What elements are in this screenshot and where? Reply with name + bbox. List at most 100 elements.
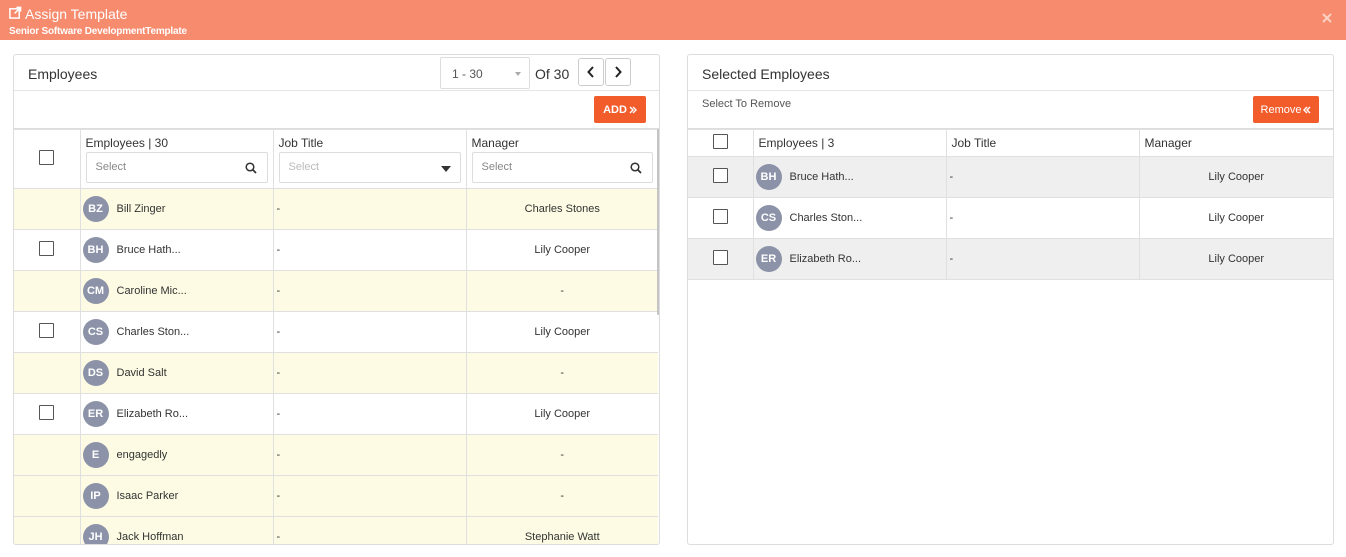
row-checkbox-cell (14, 352, 81, 394)
manager-cell: Lily Cooper (1138, 197, 1333, 239)
manager-cell: Lily Cooper (465, 393, 658, 435)
pager-next-button[interactable] (605, 58, 631, 86)
avatar: CM (82, 278, 109, 304)
employee-name: Isaac Parker (116, 490, 179, 502)
selected-employee-row[interactable]: BH Bruce Hath... - Lily Cooper (688, 156, 1333, 198)
employee-cell: CS Charles Ston... (752, 197, 947, 239)
avatar: ER (755, 246, 782, 272)
employee-info: DS David Salt (81, 360, 273, 386)
avatar: DS (82, 360, 109, 386)
search-icon (630, 161, 642, 174)
selected-manager-column-label: Manager (1144, 136, 1192, 150)
row-checkbox[interactable] (712, 168, 728, 183)
avatar: CS (755, 205, 782, 231)
selected-select-all-cell (688, 129, 754, 157)
row-checkbox-cell (14, 229, 81, 271)
selected-employee-row[interactable]: CS Charles Ston... - Lily Cooper (688, 197, 1333, 239)
selected-employees-panel: Selected Employees Select To Remove Remo… (687, 54, 1334, 545)
double-chevron-right-icon (629, 106, 637, 113)
employees-filter-input[interactable]: Select (85, 151, 268, 183)
employee-row[interactable]: JH Jack Hoffman - Stephanie Watt (14, 516, 658, 544)
employee-row[interactable]: BZ Bill Zinger - Charles Stones (14, 188, 658, 230)
employee-row[interactable]: BH Bruce Hath... - Lily Cooper (14, 229, 658, 271)
manager-cell: - (465, 475, 658, 517)
selected-panel-title: Selected Employees (702, 66, 830, 82)
employee-name: David Salt (116, 367, 167, 379)
employee-row[interactable]: IP Isaac Parker - - (14, 475, 658, 517)
add-button[interactable]: ADD (594, 96, 646, 123)
employee-cell: CM Caroline Mic... (79, 270, 274, 312)
selected-action-bar: Select To Remove Remove (688, 91, 1333, 129)
employee-name: engagedly (116, 449, 168, 461)
employee-name: Jack Hoffman (116, 531, 184, 543)
manager-cell: Lily Cooper (465, 229, 658, 271)
job-title-cell: - (272, 393, 467, 435)
row-checkbox-cell (14, 434, 81, 476)
row-checkbox[interactable] (39, 241, 55, 256)
employee-cell: BZ Bill Zinger (79, 188, 274, 230)
employee-cell: JH Jack Hoffman (79, 516, 274, 544)
double-chevron-left-icon (1303, 106, 1311, 113)
employees-table: Employees | 30 Select Job Title Select M… (14, 129, 658, 544)
pager-prev-button[interactable] (578, 58, 604, 86)
modal-header: Assign Template Senior Software Developm… (0, 0, 1346, 40)
select-all-checkbox[interactable] (39, 150, 55, 165)
close-icon[interactable] (1318, 9, 1336, 27)
employee-cell: DS David Salt (79, 352, 274, 394)
employee-cell: BH Bruce Hath... (79, 229, 274, 271)
remove-button-label: Remove (1260, 103, 1302, 116)
manager-cell: Charles Stones (465, 188, 658, 230)
manager-cell: - (465, 352, 658, 394)
pager-total: Of 30 (535, 66, 570, 82)
manager-cell: Stephanie Watt (465, 516, 658, 544)
employee-info: BZ Bill Zinger (81, 196, 273, 222)
employee-info: IP Isaac Parker (81, 483, 273, 509)
row-checkbox[interactable] (39, 323, 55, 338)
employee-row[interactable]: Eengagedly - - (14, 434, 658, 476)
manager-cell: Lily Cooper (1138, 238, 1333, 280)
job-title-filter-placeholder: Select (288, 161, 320, 173)
select-to-remove-hint: Select To Remove (702, 98, 792, 110)
job-title-column-label: Job Title (278, 135, 324, 150)
employee-row[interactable]: CS Charles Ston... - Lily Cooper (14, 311, 658, 353)
row-checkbox[interactable] (712, 250, 728, 265)
employee-name: Elizabeth Ro... (789, 253, 862, 265)
job-title-cell: - (272, 270, 467, 312)
selected-job-title-column-label: Job Title (951, 136, 997, 150)
row-checkbox-cell (14, 393, 81, 435)
job-title-filter-select[interactable]: Select (278, 151, 461, 183)
employee-cell: CS Charles Ston... (79, 311, 274, 353)
employee-row[interactable]: CM Caroline Mic... - - (14, 270, 658, 312)
row-checkbox[interactable] (39, 405, 55, 420)
manager-cell: Lily Cooper (465, 311, 658, 353)
employee-row[interactable]: ER Elizabeth Ro... - Lily Cooper (14, 393, 658, 435)
job-title-cell: - (272, 434, 467, 476)
job-title-cell: - (945, 238, 1140, 280)
job-title-cell: - (272, 229, 467, 271)
employees-filter-placeholder: Select (95, 161, 127, 173)
avatar: BH (82, 237, 109, 263)
selected-select-all-checkbox[interactable] (712, 134, 728, 149)
table-scrollbar[interactable] (657, 129, 659, 315)
job-title-cell: - (272, 475, 467, 517)
row-checkbox-cell (14, 270, 81, 312)
employee-info: ER Elizabeth Ro... (754, 246, 946, 272)
employee-info: CS Charles Ston... (81, 319, 273, 345)
employee-cell: BH Bruce Hath... (752, 156, 947, 198)
pager-range-select[interactable]: 1 - 30 (440, 57, 530, 89)
employee-name: Charles Ston... (789, 212, 863, 224)
selected-employee-row[interactable]: ER Elizabeth Ro... - Lily Cooper (688, 238, 1333, 280)
employee-row[interactable]: DS David Salt - - (14, 352, 658, 394)
modal-title-text: Assign Template (25, 6, 128, 22)
remove-button[interactable]: Remove (1253, 96, 1319, 123)
manager-filter-input[interactable]: Select (471, 151, 653, 183)
employees-column-header: Employees | 30 Select (79, 129, 274, 189)
avatar: IP (82, 483, 109, 509)
manager-column-header: Manager Select (465, 129, 658, 189)
row-checkbox[interactable] (712, 209, 728, 224)
manager-cell: Lily Cooper (1138, 156, 1333, 198)
job-title-cell: - (272, 188, 467, 230)
job-title-cell: - (945, 156, 1140, 198)
selected-employees-table: Employees | 3 Job Title Manager BH Bruce … (688, 129, 1333, 280)
employee-info: CM Caroline Mic... (81, 278, 273, 304)
